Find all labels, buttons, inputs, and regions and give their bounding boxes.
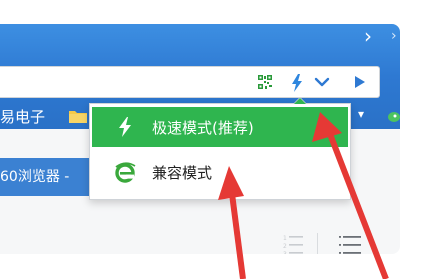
screenshot-root: › › 易电子 ▾ 60浏览器 - 1 2 极速模式(推荐) 兼容模式 bbox=[0, 0, 436, 279]
dropdown-caret-fill bbox=[294, 98, 306, 104]
folder-icon[interactable] bbox=[68, 108, 88, 124]
menu-item-speed-mode[interactable]: 极速模式(推荐) bbox=[92, 107, 348, 147]
list-icon[interactable] bbox=[339, 236, 361, 254]
ie-icon bbox=[115, 162, 136, 183]
extension-icon[interactable] bbox=[386, 111, 400, 123]
svg-text:3: 3 bbox=[283, 251, 287, 254]
chevron-down-icon[interactable] bbox=[314, 75, 330, 89]
render-mode-menu: 极速模式(推荐) 兼容模式 bbox=[89, 103, 351, 200]
svg-text:2: 2 bbox=[283, 243, 287, 250]
menu-item-label: 极速模式(推荐) bbox=[152, 118, 254, 137]
title-chevron-secondary-icon[interactable]: › bbox=[391, 28, 397, 44]
lightning-icon bbox=[119, 117, 131, 137]
title-chevron-icon[interactable]: › bbox=[364, 26, 372, 46]
lightning-icon[interactable] bbox=[291, 74, 303, 92]
menu-item-compat-mode[interactable]: 兼容模式 bbox=[92, 152, 348, 192]
bookmarks-overflow-chevron-icon[interactable]: ▾ bbox=[358, 107, 364, 121]
view-toggle-icons: 1 2 3 bbox=[283, 233, 361, 254]
menu-item-label: 兼容模式 bbox=[152, 163, 213, 182]
play-icon[interactable] bbox=[355, 76, 365, 88]
qr-code-icon[interactable] bbox=[258, 75, 272, 89]
view-toolbar: 1 2 3 bbox=[281, 229, 391, 254]
tab-title[interactable]: 60浏览器 - bbox=[0, 166, 69, 186]
bookmark-item[interactable]: 易电子 bbox=[0, 106, 45, 127]
svg-text:1: 1 bbox=[283, 235, 287, 242]
address-bar[interactable] bbox=[0, 66, 380, 98]
toolbar-divider bbox=[317, 233, 318, 254]
numbered-list-icon[interactable]: 1 2 3 bbox=[283, 235, 303, 254]
